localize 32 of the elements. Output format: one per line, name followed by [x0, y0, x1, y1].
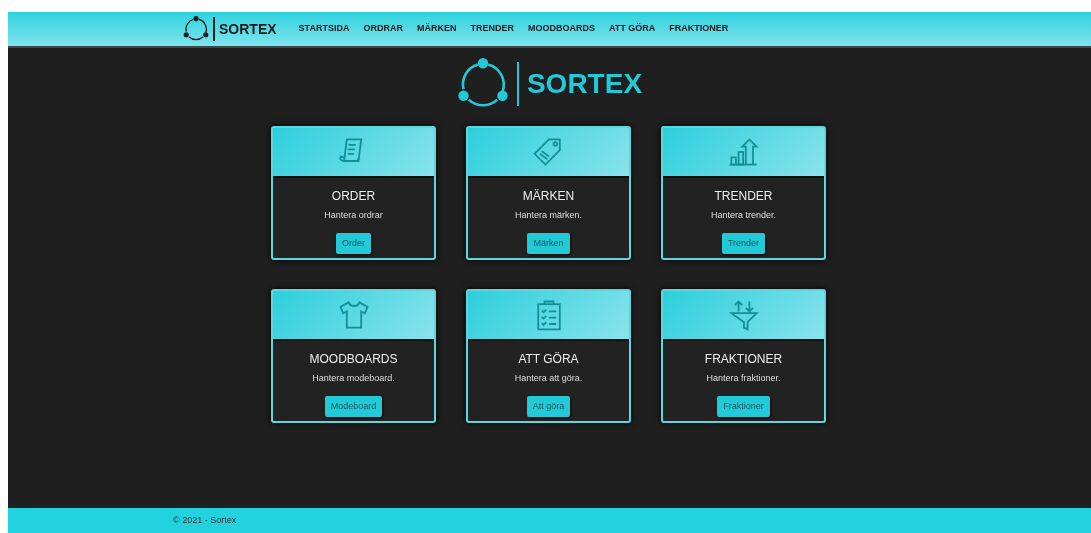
card-title: MOODBOARDS — [309, 351, 398, 368]
card-description: Hantera att göra. — [514, 372, 583, 385]
divider-bar-icon — [516, 62, 519, 106]
card-title: ORDER — [331, 188, 376, 205]
brand-name: SORTEX — [526, 67, 643, 101]
nav-link[interactable]: STARTSIDA — [298, 22, 350, 36]
card-button[interactable]: Modeboard — [324, 395, 383, 417]
brand-name: SORTEX — [219, 19, 277, 39]
card-title: TRENDER — [714, 188, 773, 205]
nav-link[interactable]: ATT GÖRA — [608, 22, 656, 36]
logo-icon — [183, 16, 209, 42]
nav-link[interactable]: MÄRKEN — [416, 22, 457, 36]
card-description: Hantera modeboard. — [312, 372, 395, 385]
nav-link[interactable]: TRENDER — [470, 22, 514, 36]
card-button[interactable]: Order — [336, 232, 371, 254]
card-description: Hantera trender. — [710, 209, 776, 222]
card-title: MÄRKEN — [522, 188, 575, 205]
nav-link[interactable]: FRAKTIONER — [669, 22, 729, 36]
card-button[interactable]: Att göra — [526, 395, 571, 417]
nav-link[interactable]: MOODBOARDS — [527, 22, 595, 36]
card-button[interactable]: Trender — [721, 232, 766, 254]
card-description: Hantera fraktioner. — [706, 372, 781, 385]
copyright-text: © 2021 - Sortex — [173, 513, 237, 527]
divider-bar-icon — [213, 17, 215, 41]
card-button[interactable]: Märken — [527, 232, 570, 254]
card-title: ATT GÖRA — [518, 351, 579, 368]
logo-icon — [456, 58, 509, 110]
card-description: Hantera märken. — [515, 209, 582, 222]
card-description: Hantera ordrar — [324, 209, 383, 222]
nav-link[interactable]: ORDRAR — [363, 22, 403, 36]
card-title: FRAKTIONER — [704, 351, 783, 368]
card-button[interactable]: Fraktioner — [717, 395, 770, 417]
